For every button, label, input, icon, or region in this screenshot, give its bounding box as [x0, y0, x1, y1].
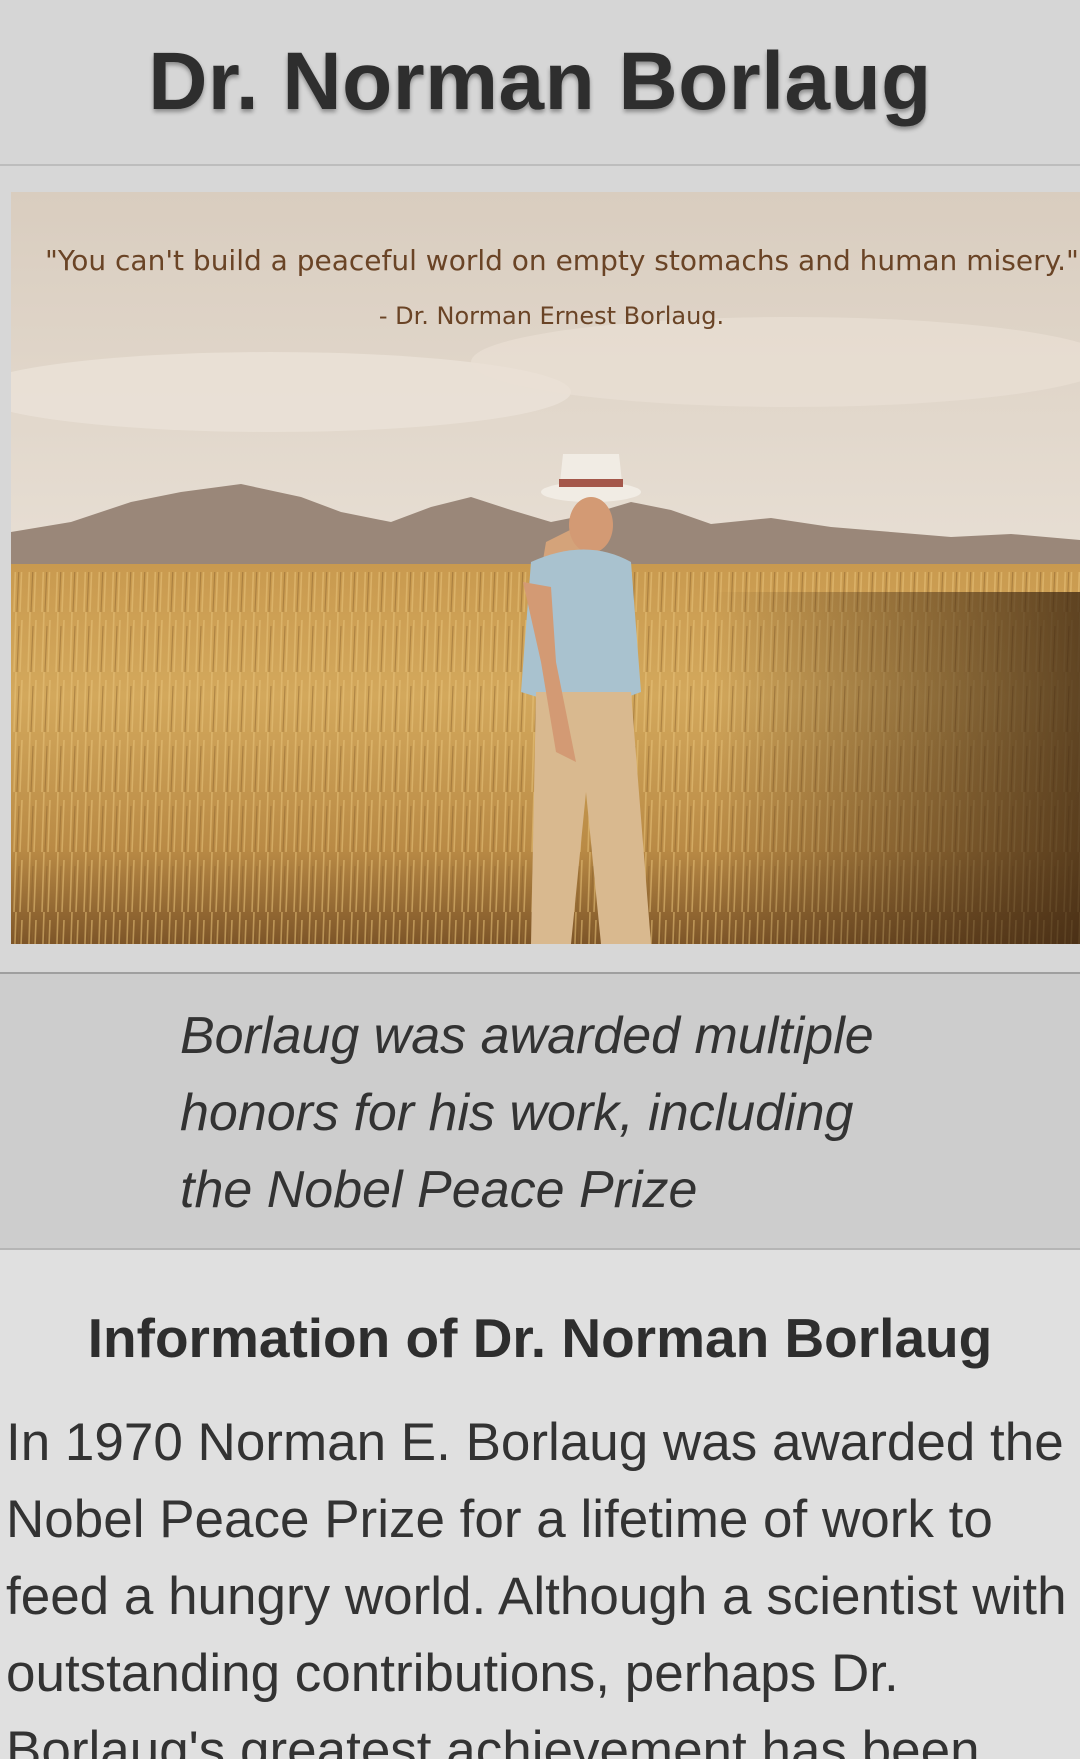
page-header: Dr. Norman Borlaug	[0, 0, 1080, 166]
info-body: In 1970 Norman E. Borlaug was awarded th…	[6, 1413, 1067, 1759]
photo-caption: Borlaug was awarded multiple honors for …	[0, 972, 1080, 1250]
info-heading: Information of Dr. Norman Borlaug	[87, 1307, 993, 1369]
page-title: Dr. Norman Borlaug	[148, 36, 932, 127]
photo-section: "You can't build a peaceful world on emp…	[0, 166, 1080, 972]
borlaug-wheat-field-photo: "You can't build a peaceful world on emp…	[11, 192, 1080, 944]
info-section: Information of Dr. Norman Borlaug In 197…	[0, 1250, 1080, 1759]
photo-quote-author: - Dr. Norman Ernest Borlaug.	[378, 302, 725, 330]
photo-quote: "You can't build a peaceful world on emp…	[45, 244, 1079, 277]
caption-text: Borlaug was awarded multiple honors for …	[180, 1007, 874, 1219]
